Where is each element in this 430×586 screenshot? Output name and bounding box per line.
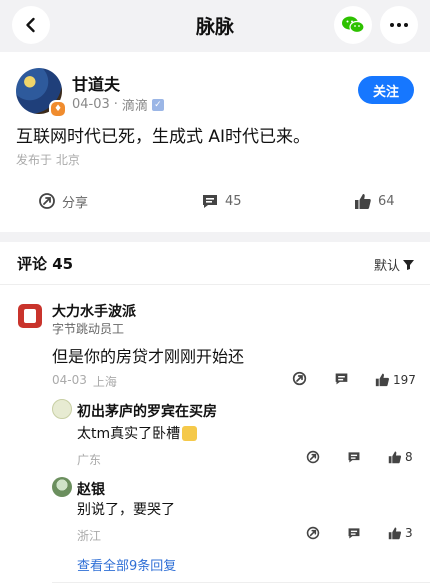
comment-like-button[interactable]: 197 [375, 372, 416, 387]
sort-dropdown[interactable]: 默认 [374, 255, 415, 274]
comment-like-count: 197 [393, 372, 416, 387]
commenter-avatar[interactable] [18, 304, 42, 328]
reply-text: 太tm真实了卧槽 [77, 426, 181, 442]
wechat-icon [342, 16, 365, 34]
comment-icon [203, 195, 217, 208]
share-icon [306, 450, 320, 464]
robot-icon [24, 309, 36, 323]
sort-label: 默认 [374, 259, 401, 274]
view-all-replies-link[interactable]: 查看全部9条回复 [77, 555, 176, 574]
post-location: 发布于 北京 [16, 153, 80, 167]
reply-author[interactable]: 初出茅庐的罗宾在买房 [77, 401, 217, 421]
follow-button[interactable]: 关注 [358, 76, 414, 104]
divider [0, 284, 430, 285]
emoji-icon [182, 425, 198, 441]
reply-like-count: 3 [405, 526, 413, 540]
comment-button[interactable]: 45 [201, 190, 242, 212]
post-content: 互联网时代已死，生成式 AI时代已来。 [16, 127, 311, 147]
comment-date: 04-03 [52, 373, 87, 387]
thumbs-up-icon [355, 194, 371, 209]
thumbs-up-icon [375, 373, 389, 387]
like-button[interactable]: 64 [354, 190, 395, 212]
comment-icon [348, 452, 360, 463]
thumbs-up-icon [388, 451, 402, 464]
reply-meta: 广东 [77, 453, 102, 467]
reply-like-count: 8 [405, 450, 413, 464]
more-button[interactable] [380, 6, 418, 44]
author-company: 滴滴 [121, 99, 148, 114]
section-separator [0, 232, 430, 242]
reply-comment-button[interactable] [347, 525, 361, 544]
divider [52, 582, 430, 583]
reply-meta: 浙江 [77, 529, 102, 543]
verified-icon: ✓ [151, 98, 164, 111]
reply-share-button[interactable] [306, 525, 320, 544]
share-button[interactable]: 分享 [38, 190, 88, 212]
like-count: 64 [378, 193, 395, 209]
reply-author[interactable]: 赵银 [77, 479, 105, 499]
reply-text-row: 太tm真实了卧槽 [77, 423, 198, 443]
comment-location: 上海 [92, 375, 117, 389]
more-dots-icon [390, 23, 408, 27]
reply-avatar[interactable] [52, 477, 72, 497]
comment-icon [335, 373, 348, 385]
share-icon [292, 371, 307, 386]
comments-title: 评论 45 [17, 255, 74, 273]
reply-like-button[interactable]: 3 [388, 526, 413, 540]
reply-avatar[interactable] [52, 399, 72, 419]
comment-count: 45 [225, 193, 242, 209]
thumbs-up-icon [388, 527, 402, 540]
filter-icon [403, 260, 415, 270]
comment-icon [348, 528, 360, 539]
comment-author[interactable]: 大力水手波派 [52, 301, 136, 321]
share-icon [306, 526, 320, 540]
level-badge-icon: ♦ [49, 100, 67, 118]
reply-share-button[interactable] [306, 449, 320, 468]
comment-meta: 04-03 上海 [52, 373, 117, 390]
comment-text: 但是你的房贷才刚刚开始还 [52, 347, 245, 366]
comment-share-button[interactable] [292, 371, 307, 390]
author-meta: 04-03 · 滴滴 ✓ [72, 95, 164, 114]
meta-dot: · [113, 97, 118, 112]
share-icon [39, 193, 55, 209]
reply-like-button[interactable]: 8 [388, 450, 413, 464]
reply-text: 别说了，要哭了 [77, 502, 175, 518]
comment-author-subtitle: 字节跳动员工 [52, 322, 125, 336]
reply-comment-button[interactable] [347, 449, 361, 468]
post-date: 04-03 [72, 97, 110, 112]
share-label: 分享 [62, 195, 89, 211]
comment-reply-button[interactable] [334, 371, 349, 390]
author-name[interactable]: 甘道夫 [72, 71, 120, 95]
wechat-share-button[interactable] [334, 6, 372, 44]
